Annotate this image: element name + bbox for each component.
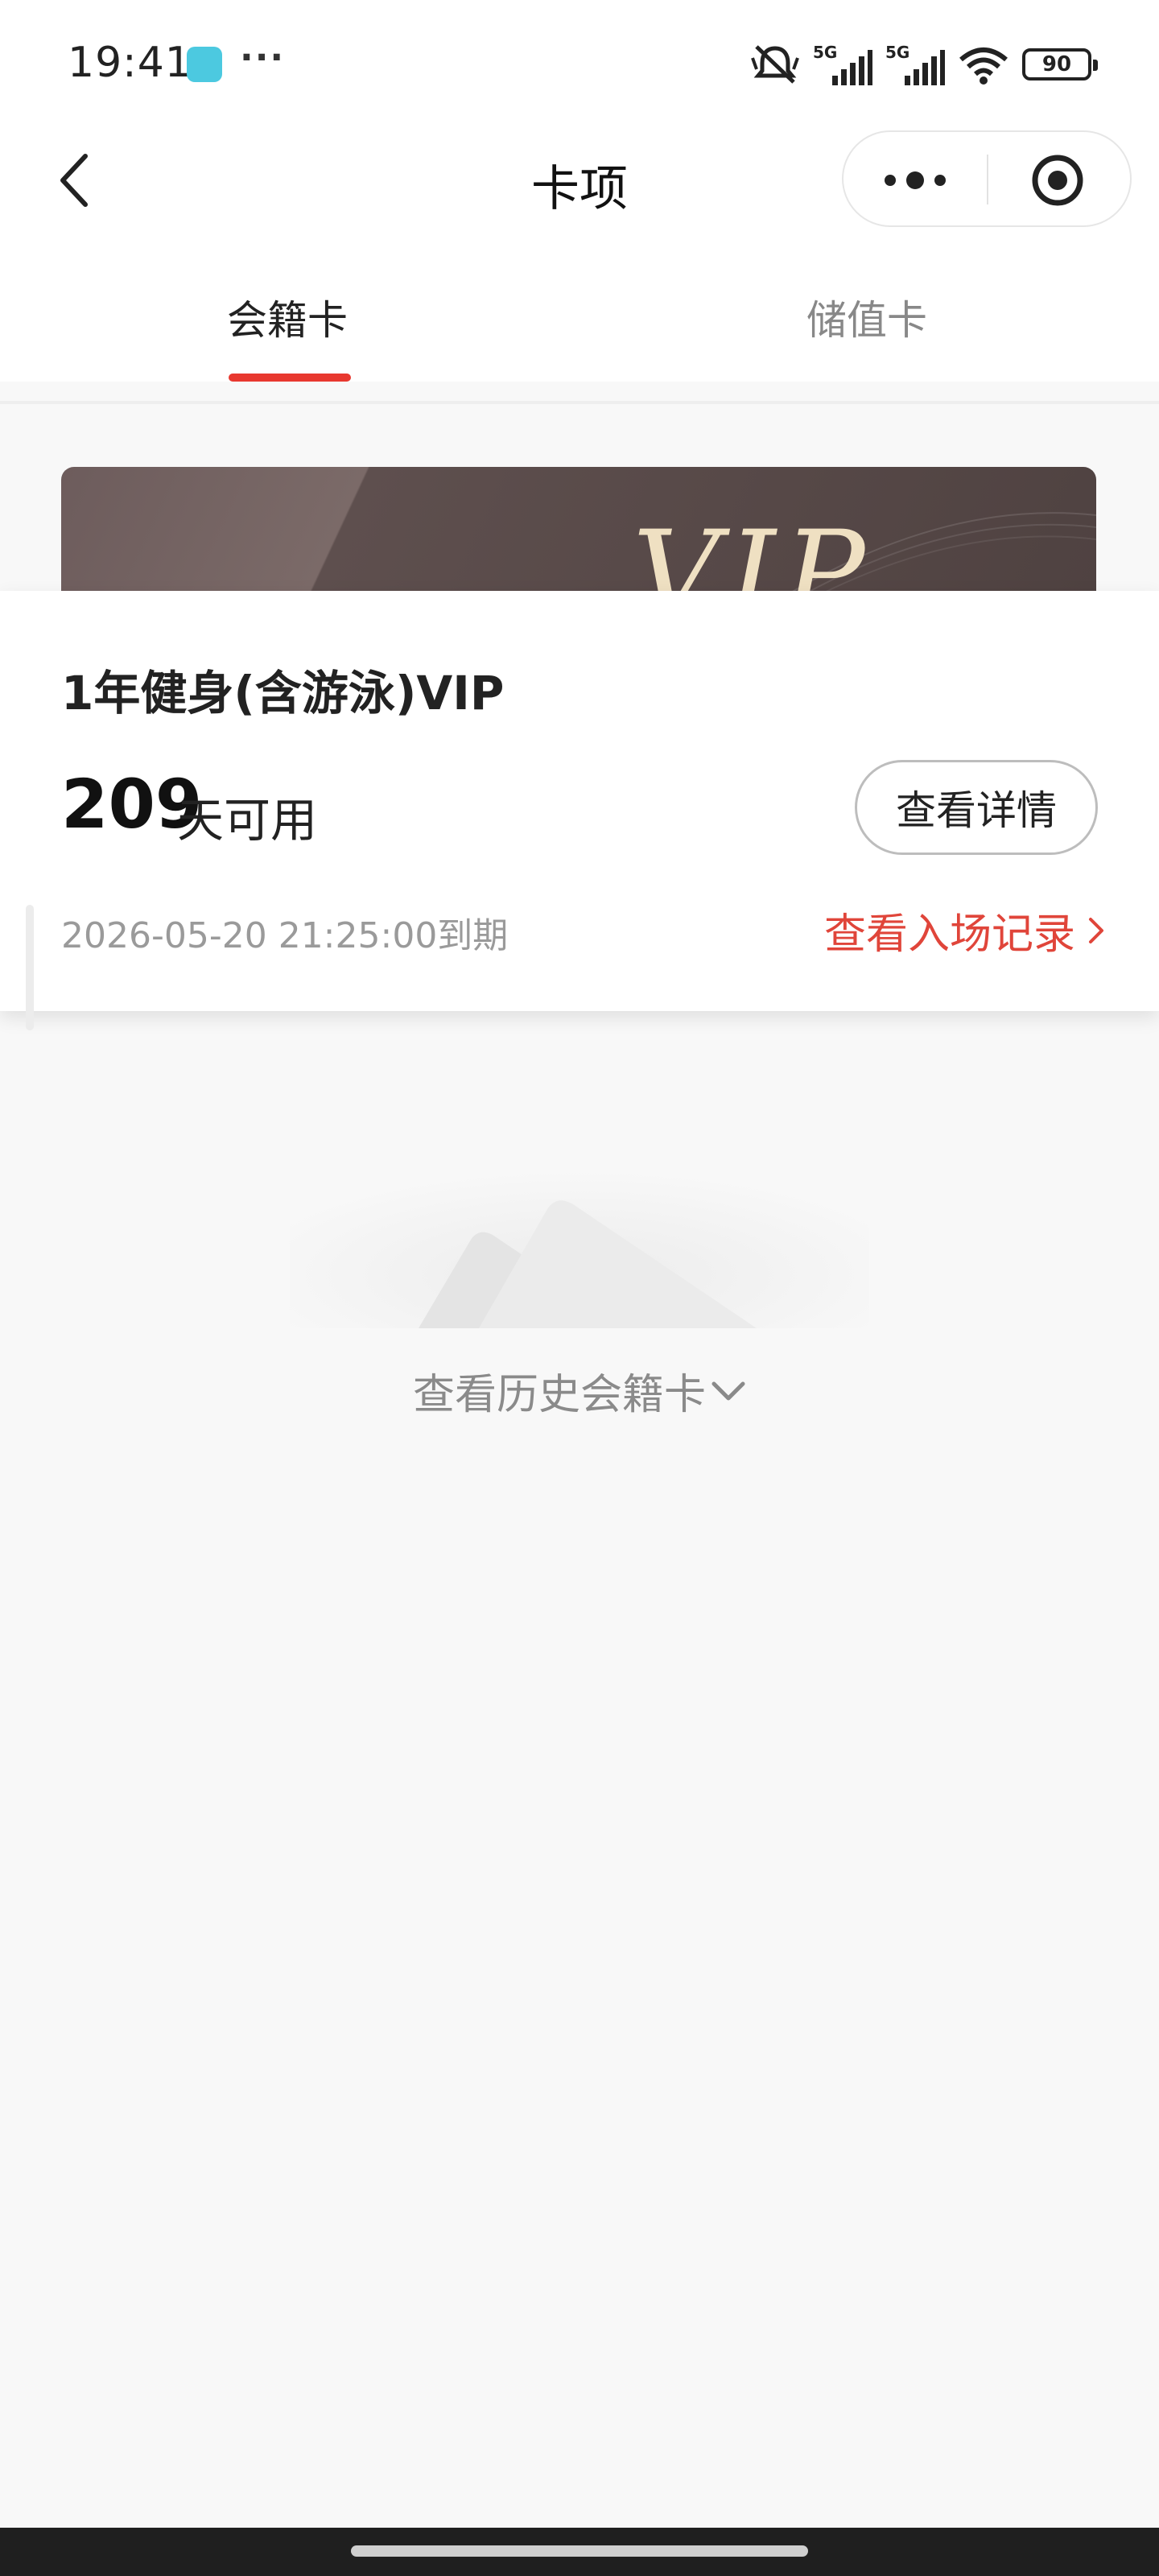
signal-5g-icon-1: 5G bbox=[813, 43, 872, 85]
history-label: 查看历史会籍卡 bbox=[412, 1371, 706, 1419]
system-navigation-bar bbox=[0, 2528, 1159, 2576]
status-indicators: 5G 5G 90 bbox=[750, 42, 1098, 87]
capsule-divider bbox=[987, 155, 988, 204]
navigation-bar: 卡项 bbox=[0, 121, 1159, 242]
card-type-tabs: 会籍卡 储值卡 bbox=[0, 242, 1159, 382]
entry-record-link[interactable]: 查看入场记录 bbox=[824, 900, 1106, 960]
tab-stored-value-card[interactable]: 储值卡 bbox=[806, 288, 927, 346]
mute-icon bbox=[751, 45, 799, 84]
vip-card-image[interactable]: VIP bbox=[61, 467, 1096, 596]
scroll-indicator bbox=[26, 905, 34, 1030]
page: 19:41 ··· 5G 5G 90 卡项 会籍卡 储值卡 VIP 1年健身(含… bbox=[0, 0, 1159, 2576]
svg-text:5G: 5G bbox=[885, 43, 909, 62]
entry-record-label: 查看入场记录 bbox=[823, 910, 1075, 959]
svg-text:5G: 5G bbox=[813, 43, 837, 62]
mini-program-capsule bbox=[842, 130, 1132, 227]
app-notification-icon bbox=[187, 47, 222, 82]
status-more-icon: ··· bbox=[240, 37, 286, 78]
tab-membership-card[interactable]: 会籍卡 bbox=[227, 288, 348, 346]
view-history-cards[interactable]: 查看历史会籍卡 bbox=[0, 1360, 1159, 1421]
view-details-button[interactable]: 查看详情 bbox=[855, 760, 1098, 855]
battery-icon: 90 bbox=[1022, 48, 1098, 80]
card-pattern bbox=[785, 512, 1096, 596]
status-time: 19:41 bbox=[68, 39, 192, 87]
wifi-icon bbox=[959, 47, 1008, 85]
status-bar: 19:41 ··· 5G 5G 90 bbox=[0, 0, 1159, 121]
more-options-icon[interactable] bbox=[879, 156, 951, 204]
chevron-right-icon bbox=[1089, 917, 1103, 943]
signal-5g-icon-2: 5G bbox=[885, 43, 945, 85]
active-tab-indicator bbox=[229, 374, 351, 382]
vip-badge-text: VIP bbox=[633, 506, 873, 596]
membership-card-info: 1年健身(含游泳)VIP 209 天可用 查看详情 2026-05-20 21:… bbox=[0, 591, 1159, 1030]
card-stack-illustration bbox=[290, 1151, 869, 1328]
home-indicator[interactable] bbox=[351, 2545, 808, 2557]
card-name: 1年健身(含游泳)VIP bbox=[61, 666, 505, 720]
days-remaining-label: 天可用 bbox=[177, 793, 318, 848]
chevron-down-icon bbox=[711, 1381, 745, 1400]
tabs-divider bbox=[0, 401, 1159, 404]
expiry-date: 2026-05-20 21:25:00到期 bbox=[61, 915, 509, 956]
close-mini-program-icon[interactable] bbox=[1030, 153, 1085, 208]
